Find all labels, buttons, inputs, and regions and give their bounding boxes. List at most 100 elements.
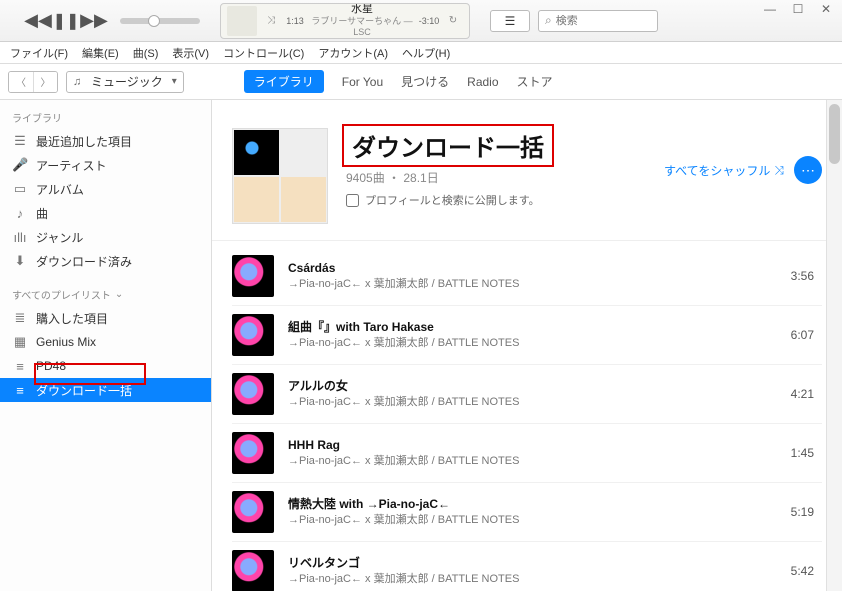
- sidebar-item-label: ダウンロード済み: [36, 253, 132, 270]
- track-artist: →Pia-no-jaC← x 葉加瀬太郎 / BATTLE NOTES: [288, 277, 758, 292]
- track-title: アルルの女: [288, 378, 758, 394]
- track-duration: 4:21: [772, 387, 822, 401]
- track-info: 組曲『』with Taro Hakase→Pia-no-jaC← x 葉加瀬太郎…: [288, 319, 758, 350]
- track-artwork: [232, 550, 274, 591]
- tab-ストア[interactable]: ストア: [517, 73, 553, 90]
- track-row[interactable]: リベルタンゴ→Pia-no-jaC← x 葉加瀬太郎 / BATTLE NOTE…: [232, 542, 822, 591]
- menu-2[interactable]: 曲(S): [127, 43, 165, 63]
- track-title: HHH Rag: [288, 437, 758, 453]
- more-menu-button[interactable]: ⋯: [794, 156, 822, 184]
- sidebar-item-icon: 🎤: [12, 157, 28, 173]
- track-info: 情熱大陸 with →Pia-no-jaC←→Pia-no-jaC← x 葉加瀬…: [288, 496, 758, 527]
- track-artist: →Pia-no-jaC← x 葉加瀬太郎 / BATTLE NOTES: [288, 454, 758, 469]
- sidebar-item-icon: ▭: [12, 181, 28, 197]
- playlist-item-2[interactable]: ≡PD48: [0, 354, 211, 378]
- close-button[interactable]: ✕: [816, 2, 836, 16]
- playlist-artwork: [232, 128, 328, 224]
- sidebar-item-icon: ♪: [12, 206, 28, 221]
- menu-4[interactable]: コントロール(C): [217, 43, 310, 63]
- main-panel: ダウンロード一括 9405曲 ・ 28.1日 プロフィールと検索に公開します。 …: [212, 100, 842, 591]
- track-duration: 5:42: [772, 564, 822, 578]
- nav-arrows: 〈 〉: [8, 71, 58, 93]
- sidebar-header: すべてのプレイリスト⌄: [0, 283, 211, 306]
- sidebar-item-icon: ⬇: [12, 253, 28, 269]
- volume-thumb[interactable]: [148, 15, 160, 27]
- window-controls: — ☐ ✕: [760, 2, 836, 16]
- track-info: Csárdás→Pia-no-jaC← x 葉加瀬太郎 / BATTLE NOT…: [288, 260, 758, 291]
- menu-0[interactable]: ファイル(F): [4, 43, 74, 63]
- track-duration: 6:07: [772, 328, 822, 342]
- library-item-1[interactable]: 🎤アーティスト: [0, 153, 211, 177]
- sidebar-item-icon: ☰: [12, 133, 28, 149]
- track-artwork: [232, 255, 274, 297]
- now-playing-lcd: ⤨ 1:13 水星 ラブリーサマーちゃん — LSC -3:10 ↻: [220, 3, 470, 39]
- library-item-2[interactable]: ▭アルバム: [0, 177, 211, 201]
- library-item-5[interactable]: ⬇ ダウンロード済み: [0, 249, 211, 273]
- time-remaining: -3:10: [415, 16, 443, 26]
- track-row[interactable]: Csárdás→Pia-no-jaC← x 葉加瀬太郎 / BATTLE NOT…: [232, 247, 822, 306]
- sidebar: ライブラリ☰最近追加した項目🎤アーティスト▭アルバム♪曲ıllıジャンル ⬇ ダウン…: [0, 100, 212, 591]
- list-view-button[interactable]: ☰: [490, 10, 530, 32]
- search-box[interactable]: ⌕: [538, 10, 658, 32]
- track-title: Csárdás: [288, 260, 758, 276]
- tab-radio[interactable]: Radio: [467, 75, 498, 89]
- track-row[interactable]: HHH Rag→Pia-no-jaC← x 葉加瀬太郎 / BATTLE NOT…: [232, 424, 822, 483]
- section-tabs: ライブラリ For You 見つける Radio ストア: [244, 70, 553, 93]
- track-artist: →Pia-no-jaC← x 葉加瀬太郎 / BATTLE NOTES: [288, 572, 758, 587]
- track-row[interactable]: 組曲『』with Taro Hakase→Pia-no-jaC← x 葉加瀬太郎…: [232, 306, 822, 365]
- now-playing-artwork: [227, 6, 257, 36]
- library-item-3[interactable]: ♪曲: [0, 201, 211, 225]
- track-info: HHH Rag→Pia-no-jaC← x 葉加瀬太郎 / BATTLE NOT…: [288, 437, 758, 468]
- vertical-scrollbar[interactable]: [826, 100, 842, 591]
- content: ライブラリ☰最近追加した項目🎤アーティスト▭アルバム♪曲ıllıジャンル ⬇ ダウン…: [0, 100, 842, 591]
- tab-ライブラリ[interactable]: ライブラリ: [244, 70, 324, 93]
- shuffle-all-label: すべてをシャッフル: [664, 162, 770, 179]
- track-artwork: [232, 314, 274, 356]
- nav-forward-button[interactable]: 〉: [33, 72, 57, 92]
- playlist-item-1[interactable]: ▦Genius Mix: [0, 330, 211, 354]
- sidebar-header: ライブラリ: [0, 106, 211, 129]
- track-info: アルルの女→Pia-no-jaC← x 葉加瀬太郎 / BATTLE NOTES: [288, 378, 758, 409]
- playlist-song-count: 9405曲: [346, 171, 385, 185]
- track-row[interactable]: アルルの女→Pia-no-jaC← x 葉加瀬太郎 / BATTLE NOTES…: [232, 365, 822, 424]
- maximize-button[interactable]: ☐: [788, 2, 808, 16]
- library-item-0[interactable]: ☰最近追加した項目: [0, 129, 211, 153]
- publish-checkbox[interactable]: [346, 194, 359, 207]
- menu-3[interactable]: 表示(V): [166, 43, 215, 63]
- publish-checkbox-row[interactable]: プロフィールと検索に公開します。: [346, 192, 822, 208]
- scrollbar-thumb[interactable]: [829, 104, 840, 164]
- prev-button[interactable]: ◀◀: [24, 7, 52, 35]
- tab-見つける[interactable]: 見つける: [401, 73, 449, 90]
- repeat-icon[interactable]: ↻: [443, 15, 463, 26]
- playlist-item-3[interactable]: ≡ダウンロード一括: [0, 378, 211, 402]
- track-duration: 5:19: [772, 505, 822, 519]
- track-artwork: [232, 491, 274, 533]
- pause-button[interactable]: ❚❚: [52, 7, 80, 35]
- tab-for you[interactable]: For You: [342, 75, 383, 89]
- track-artist: →Pia-no-jaC← x 葉加瀬太郎 / BATTLE NOTES: [288, 513, 758, 528]
- shuffle-all-button[interactable]: すべてをシャッフル ⤨: [664, 162, 784, 179]
- search-input[interactable]: [556, 15, 651, 27]
- now-playing-info: 水星 ラブリーサマーちゃん — LSC: [309, 3, 415, 38]
- shuffle-icon[interactable]: ⤨: [261, 15, 281, 26]
- library-item-4[interactable]: ıllıジャンル: [0, 225, 211, 249]
- playlist-title: ダウンロード一括: [346, 128, 550, 163]
- next-button[interactable]: ▶▶: [80, 7, 108, 35]
- menubar: ファイル(F)編集(E)曲(S)表示(V)コントロール(C)アカウント(A)ヘル…: [0, 42, 842, 64]
- minimize-button[interactable]: —: [760, 2, 780, 16]
- media-category-select[interactable]: ミュージック: [66, 71, 184, 93]
- track-duration: 1:45: [772, 446, 822, 460]
- menu-5[interactable]: アカウント(A): [312, 43, 394, 63]
- chevron-down-icon[interactable]: ⌄: [115, 289, 123, 300]
- track-title: 組曲『』with Taro Hakase: [288, 319, 758, 335]
- search-icon: ⌕: [545, 13, 552, 28]
- sidebar-item-label: ダウンロード一括: [36, 382, 132, 399]
- menu-1[interactable]: 編集(E): [76, 43, 125, 63]
- playlist-item-0[interactable]: ≣購入した項目: [0, 306, 211, 330]
- sidebar-item-icon: ≣: [12, 310, 28, 326]
- track-row[interactable]: 情熱大陸 with →Pia-no-jaC←→Pia-no-jaC← x 葉加瀬…: [232, 483, 822, 542]
- menu-6[interactable]: ヘルプ(H): [396, 43, 456, 63]
- volume-slider[interactable]: [120, 18, 200, 24]
- track-title: 情熱大陸 with →Pia-no-jaC←: [288, 496, 758, 512]
- nav-back-button[interactable]: 〈: [9, 72, 33, 92]
